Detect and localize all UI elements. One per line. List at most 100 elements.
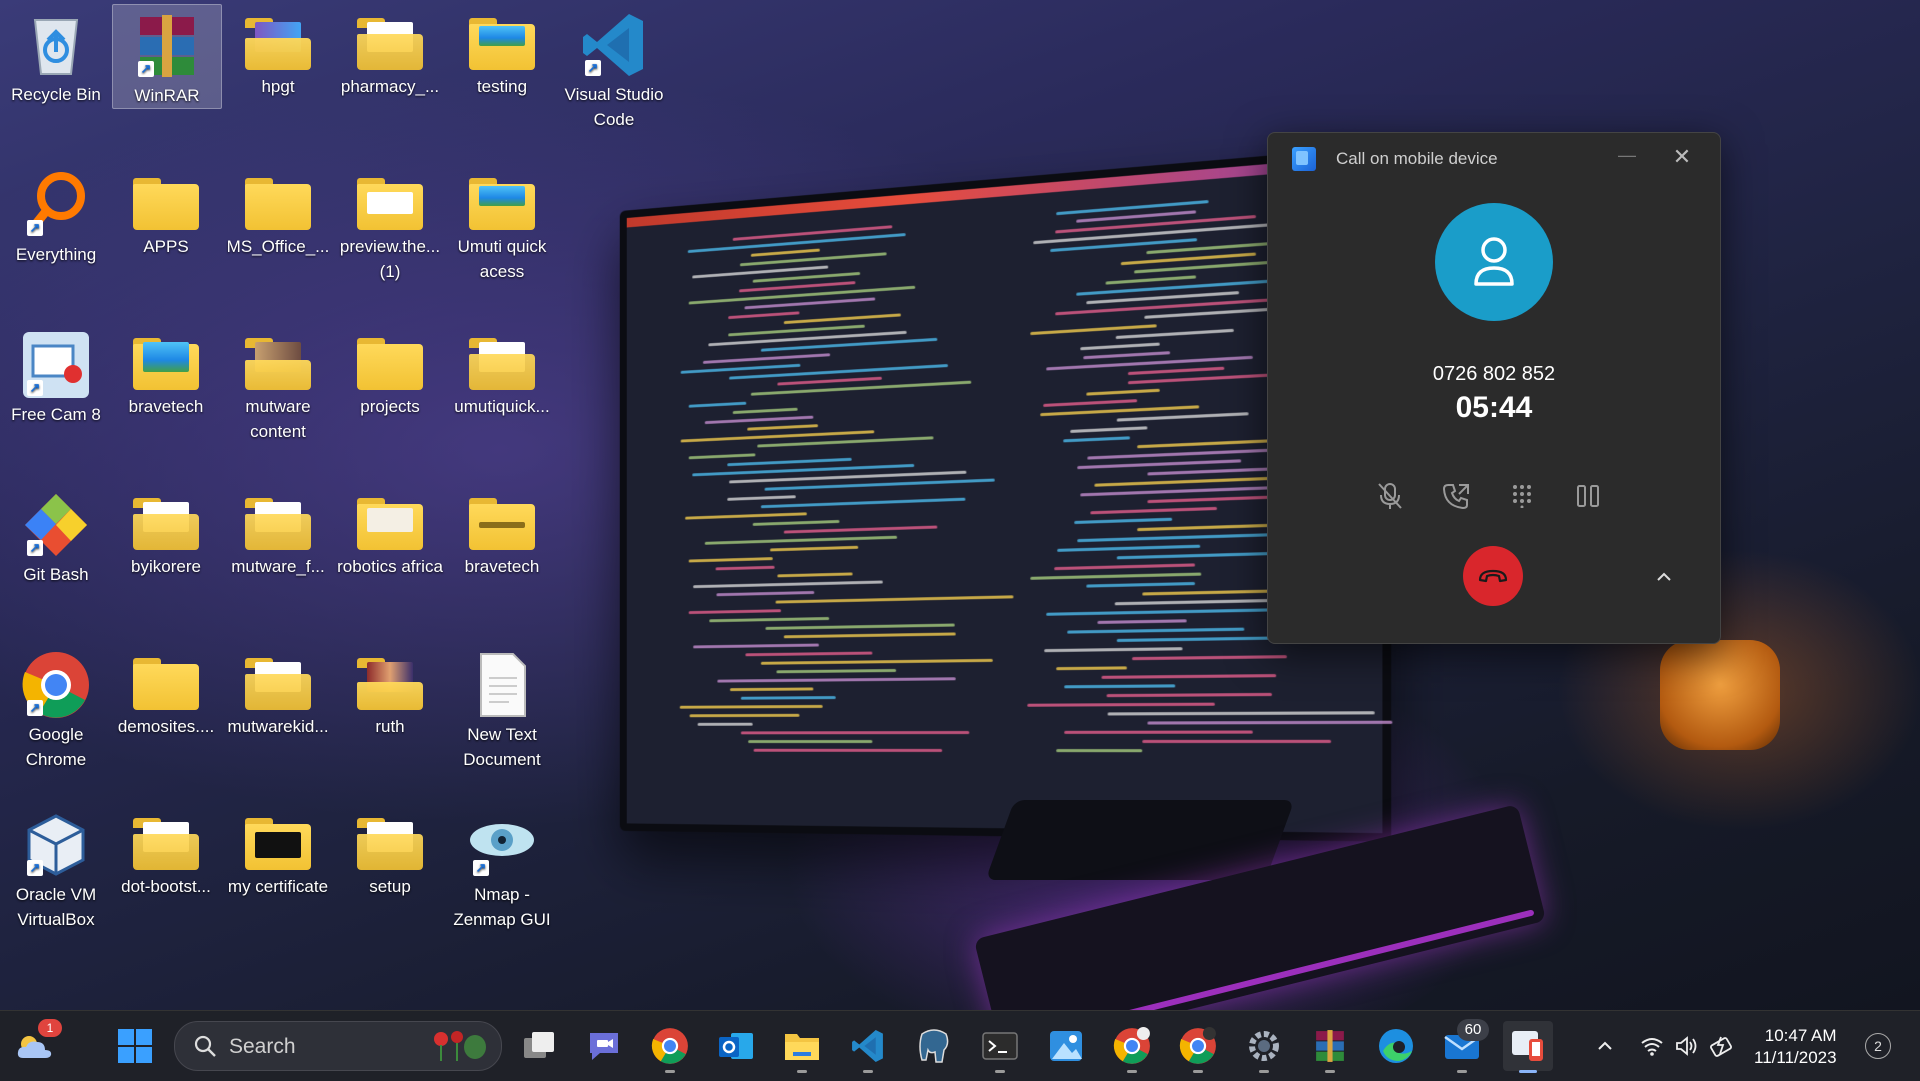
edge-icon — [1379, 1029, 1413, 1063]
desktop-icon-demosites[interactable]: demosites.... — [112, 644, 220, 739]
desktop-icon-apps[interactable]: APPS — [112, 164, 220, 259]
taskbar: 1 Search 60 10:47 AM 11/11/2023 2 — [0, 1010, 1920, 1081]
taskbar-task-view[interactable] — [515, 1021, 565, 1071]
postgres-elephant-icon — [919, 1029, 949, 1063]
folder-icon — [133, 498, 199, 550]
person-icon — [1474, 237, 1514, 286]
photos-icon — [1050, 1031, 1082, 1061]
desktop-icon-setup[interactable]: setup — [336, 804, 444, 899]
taskbar-settings[interactable] — [1239, 1021, 1289, 1073]
taskbar-vscode[interactable] — [843, 1021, 893, 1073]
desktop-icon-preview-the-1[interactable]: preview.the... (1) — [336, 164, 444, 284]
desktop-icon-testing[interactable]: testing — [448, 4, 556, 99]
desktop-icon-visual-studio-code[interactable]: ↗ Visual Studio Code — [560, 4, 668, 132]
taskbar-chrome[interactable] — [645, 1021, 695, 1073]
transfer-call-button[interactable] — [1438, 478, 1474, 514]
chevron-up-icon — [1598, 1041, 1612, 1050]
taskbar-file-explorer[interactable] — [777, 1021, 827, 1073]
desktop-icon-free-cam-8[interactable]: ↗ Free Cam 8 — [2, 324, 110, 427]
desktop-icon-projects[interactable]: projects — [336, 324, 444, 419]
taskbar-weather-widget[interactable]: 1 — [10, 1019, 62, 1071]
desktop-icon-google-chrome[interactable]: ↗ Google Chrome — [2, 644, 110, 772]
hang-up-icon — [1478, 569, 1508, 583]
show-hidden-icons-button[interactable] — [1590, 1031, 1620, 1061]
search-highlight-flowers-icon — [434, 1031, 486, 1061]
start-button[interactable] — [110, 1021, 160, 1071]
folder-icon — [469, 338, 535, 390]
speaker-icon — [1676, 1036, 1697, 1056]
dialpad-icon — [1513, 485, 1531, 508]
desktop-icon-hpgt[interactable]: hpgt — [224, 4, 332, 99]
desktop-icon-mutwarekid[interactable]: mutwarekid... — [224, 644, 332, 739]
hold-button[interactable] — [1570, 478, 1606, 514]
desktop-icon-mutware-content[interactable]: mutware content — [224, 324, 332, 444]
desktop-icon-git-bash[interactable]: ↗ Git Bash — [2, 484, 110, 587]
folder-icon — [245, 18, 311, 70]
taskbar-teams-chat[interactable] — [579, 1021, 629, 1071]
dialpad-button[interactable] — [1504, 478, 1540, 514]
folder-icon — [357, 658, 423, 710]
taskbar-chrome-profile-2[interactable] — [1173, 1021, 1223, 1073]
everything-icon: ↗ — [21, 170, 91, 240]
phone-link-app-icon — [1292, 147, 1316, 171]
file-explorer-icon — [785, 1034, 819, 1060]
taskbar-outlook[interactable] — [711, 1021, 761, 1071]
desktop-icon-umutiquick[interactable]: umutiquick... — [448, 324, 556, 419]
taskbar-pgadmin[interactable] — [909, 1021, 959, 1071]
phone-link-icon — [1512, 1031, 1543, 1061]
folder-icon — [357, 18, 423, 70]
desktop-icon-pharmacy[interactable]: pharmacy_... — [336, 4, 444, 99]
desktop-icon-mutware-f[interactable]: mutware_f... — [224, 484, 332, 579]
taskbar-terminal[interactable] — [975, 1021, 1025, 1073]
desktop-icon-ms-office[interactable]: MS_Office_... — [224, 164, 332, 259]
expand-button[interactable] — [1650, 563, 1678, 591]
taskbar-edge[interactable] — [1371, 1021, 1421, 1071]
folder-icon — [357, 818, 423, 870]
desktop-icon-everything[interactable]: ↗ Everything — [2, 164, 110, 267]
wifi-status[interactable] — [1637, 1031, 1667, 1061]
vscode-icon: ↗ — [579, 10, 649, 80]
folder-icon — [245, 498, 311, 550]
desktop-icon-bravetech[interactable]: bravetech — [112, 324, 220, 419]
desktop-icon-my-certificate[interactable]: my certificate — [224, 804, 332, 899]
taskbar-clock[interactable]: 10:47 AM 11/11/2023 — [1754, 1025, 1837, 1069]
contact-avatar — [1435, 203, 1553, 321]
folder-icon — [357, 338, 423, 390]
text-document-icon — [467, 650, 537, 720]
desktop-icon-umuti-quick-acess[interactable]: Umuti quick acess — [448, 164, 556, 284]
taskbar-phone-link[interactable] — [1503, 1021, 1553, 1073]
desktop-icon-nmap-zenmap-gui[interactable]: ↗ Nmap - Zenmap GUI — [448, 804, 556, 932]
desktop-icon-oracle-vm-virtualbox[interactable]: ↗ Oracle VM VirtualBox — [2, 804, 110, 932]
shortcut-arrow-icon: ↗ — [585, 60, 601, 76]
mute-button[interactable] — [1372, 478, 1408, 514]
volume-control[interactable] — [1672, 1031, 1702, 1061]
virtualbox-icon: ↗ — [21, 810, 91, 880]
shortcut-arrow-icon: ↗ — [138, 61, 154, 77]
desktop-icon-new-text-document[interactable]: New Text Document — [448, 644, 556, 772]
windows-logo-icon — [118, 1029, 152, 1063]
search-icon — [194, 1035, 216, 1057]
desktop-icon-recycle-bin[interactable]: Recycle Bin — [2, 4, 110, 107]
close-button[interactable]: ✕ — [1666, 141, 1698, 173]
folder-icon — [133, 818, 199, 870]
battery-status[interactable] — [1707, 1031, 1737, 1061]
notification-center-badge[interactable]: 2 — [1865, 1033, 1891, 1059]
desktop-icon-byikorere[interactable]: byikorere — [112, 484, 220, 579]
taskbar-winrar[interactable] — [1305, 1021, 1355, 1073]
shortcut-arrow-icon: ↗ — [27, 860, 43, 876]
git-bash-icon: ↗ — [21, 490, 91, 560]
taskbar-mail[interactable]: 60 — [1437, 1019, 1489, 1073]
minimize-button[interactable]: — — [1612, 145, 1642, 173]
winrar-icon: ↗ — [132, 11, 202, 81]
folder-icon — [469, 178, 535, 230]
desktop-icon-ruth[interactable]: ruth — [336, 644, 444, 739]
taskbar-chrome-profile-1[interactable] — [1107, 1021, 1157, 1073]
taskbar-search[interactable]: Search — [174, 1021, 502, 1071]
end-call-button[interactable] — [1463, 546, 1523, 606]
desktop-icon-winrar[interactable]: ↗ WinRAR — [112, 4, 222, 109]
desktop-icon-dot-bootst[interactable]: dot-bootst... — [112, 804, 220, 899]
task-view-icon — [524, 1032, 554, 1058]
desktop-icon-robotics-africa[interactable]: robotics africa — [336, 484, 444, 579]
taskbar-photos[interactable] — [1041, 1021, 1091, 1071]
desktop-icon-bravetech-zip[interactable]: bravetech — [448, 484, 556, 579]
